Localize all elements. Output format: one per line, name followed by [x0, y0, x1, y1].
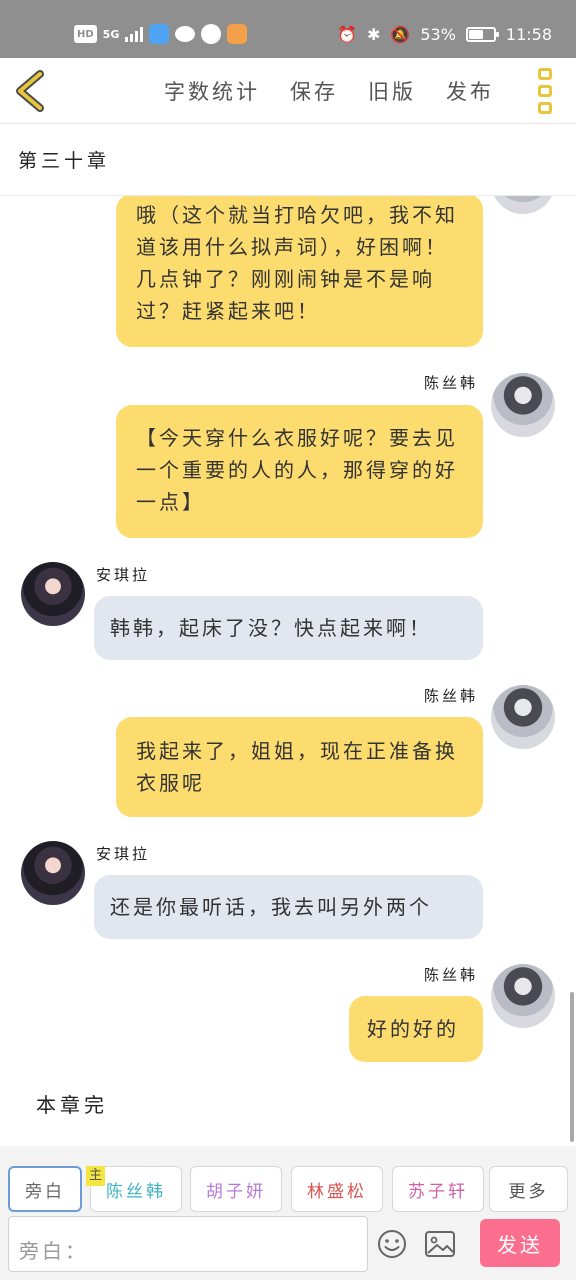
main-role-tag: 主 [86, 1166, 106, 1186]
image-button[interactable] [424, 1230, 456, 1258]
hd-indicator: HD [74, 25, 97, 43]
avatar-chen-sihan[interactable] [491, 685, 555, 749]
publish-button[interactable]: 发布 [446, 76, 494, 106]
menu-dot-icon [538, 85, 552, 97]
role-lin-shengsong[interactable]: 林盛松 [291, 1166, 383, 1212]
menu-dot-icon [538, 68, 552, 80]
status-right-icons: ⏰ ✱ 🔕 53% 11:58 [337, 22, 552, 46]
more-menu-button[interactable] [534, 68, 556, 114]
avatar-angela[interactable] [21, 841, 85, 905]
avatar-angela[interactable] [21, 562, 85, 626]
speaker-name: 陈丝韩 [424, 687, 479, 705]
save-button[interactable]: 保存 [290, 76, 338, 106]
top-app-bar: 字数统计 保存 旧版 发布 [0, 58, 576, 124]
role-label: 苏子轩 [408, 1181, 468, 1202]
role-label: 陈丝韩 [106, 1181, 166, 1202]
emoji-button[interactable] [376, 1228, 408, 1260]
speaker-name: 安琪拉 [96, 566, 151, 584]
old-version-button[interactable]: 旧版 [368, 76, 416, 106]
chevron-left-icon [16, 70, 44, 112]
message-bubble[interactable]: 哦（这个就当打哈欠吧，我不知道该用什么拟声词），好困啊！几点钟了？刚刚闹钟是不是… [116, 196, 483, 347]
back-button[interactable] [12, 68, 52, 114]
alarm-icon: ⏰ [337, 24, 357, 44]
bluetooth-icon: ✱ [367, 24, 381, 44]
message-bubble[interactable]: 我起来了，姐姐，现在正准备换衣服呢 [116, 717, 483, 817]
scrollbar[interactable] [570, 992, 574, 1142]
chat-area[interactable]: 哦（这个就当打哈欠吧，我不知道该用什么拟声词），好困啊！几点钟了？刚刚闹钟是不是… [0, 196, 576, 1146]
battery-percent: 53% [420, 24, 456, 44]
role-narrator[interactable]: 旁白 [8, 1166, 82, 1212]
message-bubble[interactable]: 好的好的 [349, 996, 483, 1062]
network-type: 5G [102, 27, 120, 41]
message-bubble[interactable]: 韩韩，起床了没？快点起来啊！ [94, 596, 483, 660]
avatar-chen-sihan[interactable] [491, 373, 555, 437]
hand-notification-icon [201, 24, 222, 44]
clock: 11:58 [505, 24, 552, 44]
mute-bell-icon: 🔕 [390, 24, 411, 44]
role-label: 林盛松 [307, 1181, 367, 1202]
app-notification-icon-2 [227, 24, 248, 44]
role-label: 旁白 [25, 1181, 65, 1202]
message-notification-icon [175, 26, 196, 42]
role-su-zixuan[interactable]: 苏子轩 [392, 1166, 484, 1212]
chapter-header: 第三十章 [0, 124, 576, 196]
speaker-name: 安琪拉 [96, 845, 151, 863]
status-left-icons: HD 5G [74, 22, 248, 46]
role-more[interactable]: 更多 [489, 1166, 568, 1212]
role-hu-ziyan[interactable]: 胡子妍 [190, 1166, 282, 1212]
speaker-name: 陈丝韩 [424, 966, 479, 984]
composer-panel: 主 旁白 陈丝韩 胡子妍 林盛松 苏子轩 更多 旁白： 发送 [0, 1146, 576, 1280]
menu-dot-icon [538, 102, 552, 114]
signal-icon [125, 26, 144, 42]
status-bar: HD 5G ⏰ ✱ 🔕 53% 11:58 [0, 0, 576, 58]
smiley-icon [378, 1230, 406, 1258]
message-bubble[interactable]: 【今天穿什么衣服好呢？要去见一个重要的人的人，那得穿的好一点】 [116, 405, 483, 538]
app-notification-icon [149, 24, 170, 44]
avatar-chen-sihan[interactable] [491, 196, 555, 214]
role-label: 更多 [508, 1181, 549, 1202]
word-count-button[interactable]: 字数统计 [164, 76, 260, 106]
avatar-chen-sihan[interactable] [491, 964, 555, 1028]
chapter-title[interactable]: 第三十章 [18, 146, 110, 173]
top-actions: 字数统计 保存 旧版 发布 [164, 76, 494, 106]
speaker-name: 陈丝韩 [424, 374, 479, 392]
message-input[interactable]: 旁白： [8, 1216, 368, 1272]
message-bubble[interactable]: 还是你最听话，我去叫另外两个 [94, 875, 483, 939]
image-icon [425, 1231, 455, 1257]
battery-icon [465, 26, 499, 42]
chapter-end-text: 本章完 [36, 1093, 108, 1117]
send-button[interactable]: 发送 [480, 1219, 560, 1267]
role-label: 胡子妍 [206, 1181, 266, 1202]
